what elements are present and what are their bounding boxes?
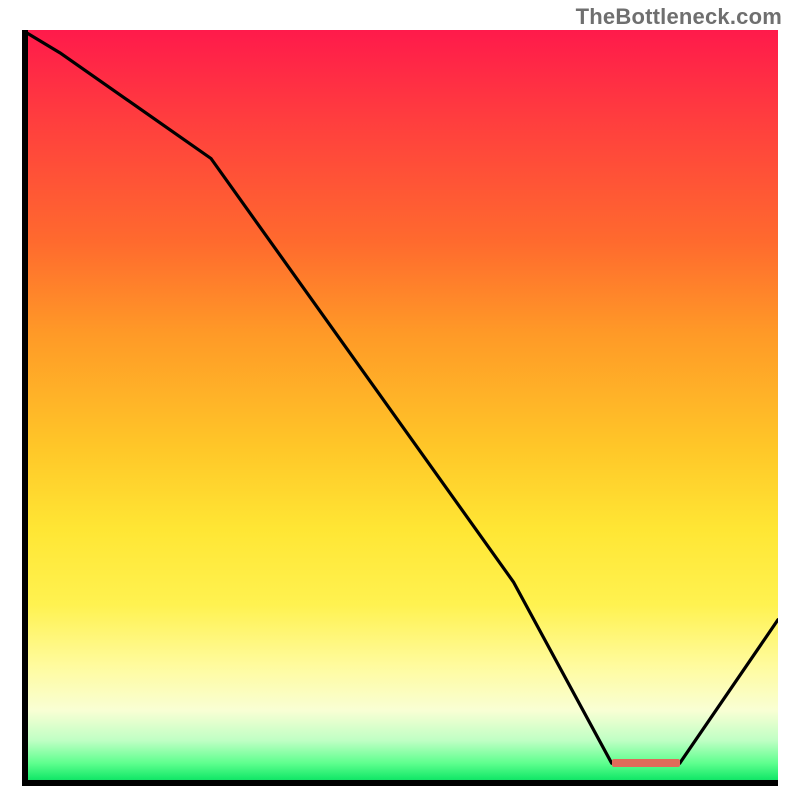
bottleneck-curve <box>22 30 778 786</box>
chart-frame: TheBottleneck.com <box>0 0 800 800</box>
plot-outer <box>22 30 778 786</box>
optimum-marker <box>612 759 680 767</box>
plot-area <box>22 30 778 786</box>
watermark-text: TheBottleneck.com <box>576 4 782 30</box>
